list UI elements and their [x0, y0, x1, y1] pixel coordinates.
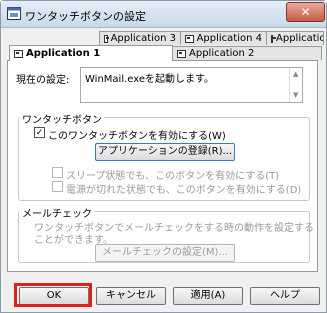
enable-checkbox[interactable]: ✓	[34, 127, 45, 138]
mail-check-settings-button[interactable]: メールチェックの設定(M)...	[95, 244, 235, 262]
tab-application-4[interactable]: Application 4	[180, 31, 267, 45]
close-button[interactable]: ✕	[286, 2, 325, 22]
app-tab-icon	[271, 34, 276, 43]
register-application-button[interactable]: アプリケーションの登録(R)...	[95, 143, 235, 161]
cancel-button[interactable]: キャンセル	[96, 287, 166, 305]
tab-label: Application 5	[276, 33, 323, 44]
sleep-checkbox[interactable]	[52, 167, 63, 178]
dialog-window: ワンタッチボタンの設定 ✕ Application 3 Application …	[0, 0, 327, 313]
tab-label: Application 2	[189, 48, 255, 59]
current-setting-value: WinMail.exeを起動します。	[85, 74, 215, 85]
onetouch-group-title: ワンタッチボタン	[20, 111, 104, 126]
apply-button[interactable]: 適用(A)	[173, 287, 243, 305]
window-title: ワンタッチボタンの設定	[25, 10, 146, 23]
sleep-checkbox-label[interactable]: スリープ状態でも、このボタンを有効にする(T)	[66, 167, 279, 182]
tab-label: Application 1	[26, 48, 101, 59]
scroll-down-icon[interactable]: ▼	[293, 91, 298, 99]
window-icon	[7, 7, 21, 20]
power-off-checkbox[interactable]	[52, 181, 63, 192]
tab-application-3[interactable]: Application 3	[99, 31, 181, 45]
scrollbar[interactable]: ▲ ▼	[289, 68, 302, 102]
help-button[interactable]: ヘルプ	[250, 287, 320, 305]
tab-application-5[interactable]: Application 5	[266, 31, 324, 45]
enable-checkbox-label[interactable]: このワンタッチボタンを有効にする(W)	[48, 127, 226, 142]
app-tab-icon	[104, 34, 109, 43]
current-setting-label: 現在の設定:	[16, 75, 70, 86]
title-bar[interactable]: ワンタッチボタンの設定 ✕	[1, 1, 326, 28]
tab-panel: 現在の設定: WinMail.exeを起動します。 ▲ ▼ ワンタッチボタン ✓…	[7, 60, 318, 272]
tab-label: Application 4	[196, 33, 262, 44]
app-tab-icon	[177, 49, 186, 58]
power-off-checkbox-label[interactable]: 電源が切れた状態でも、このボタンを有効にする(D)	[66, 181, 301, 196]
scroll-up-icon[interactable]: ▲	[293, 70, 298, 78]
ok-highlight-frame	[14, 283, 92, 307]
tab-label: Application 3	[110, 33, 176, 44]
app-tab-icon	[14, 49, 23, 58]
current-setting-field[interactable]: WinMail.exeを起動します。 ▲ ▼	[80, 67, 303, 103]
tab-application-1[interactable]: Application 1	[9, 45, 173, 61]
app-tab-icon	[185, 34, 194, 43]
mail-check-group-title: メールチェック	[20, 205, 94, 220]
tab-application-2[interactable]: Application 2	[172, 46, 322, 60]
